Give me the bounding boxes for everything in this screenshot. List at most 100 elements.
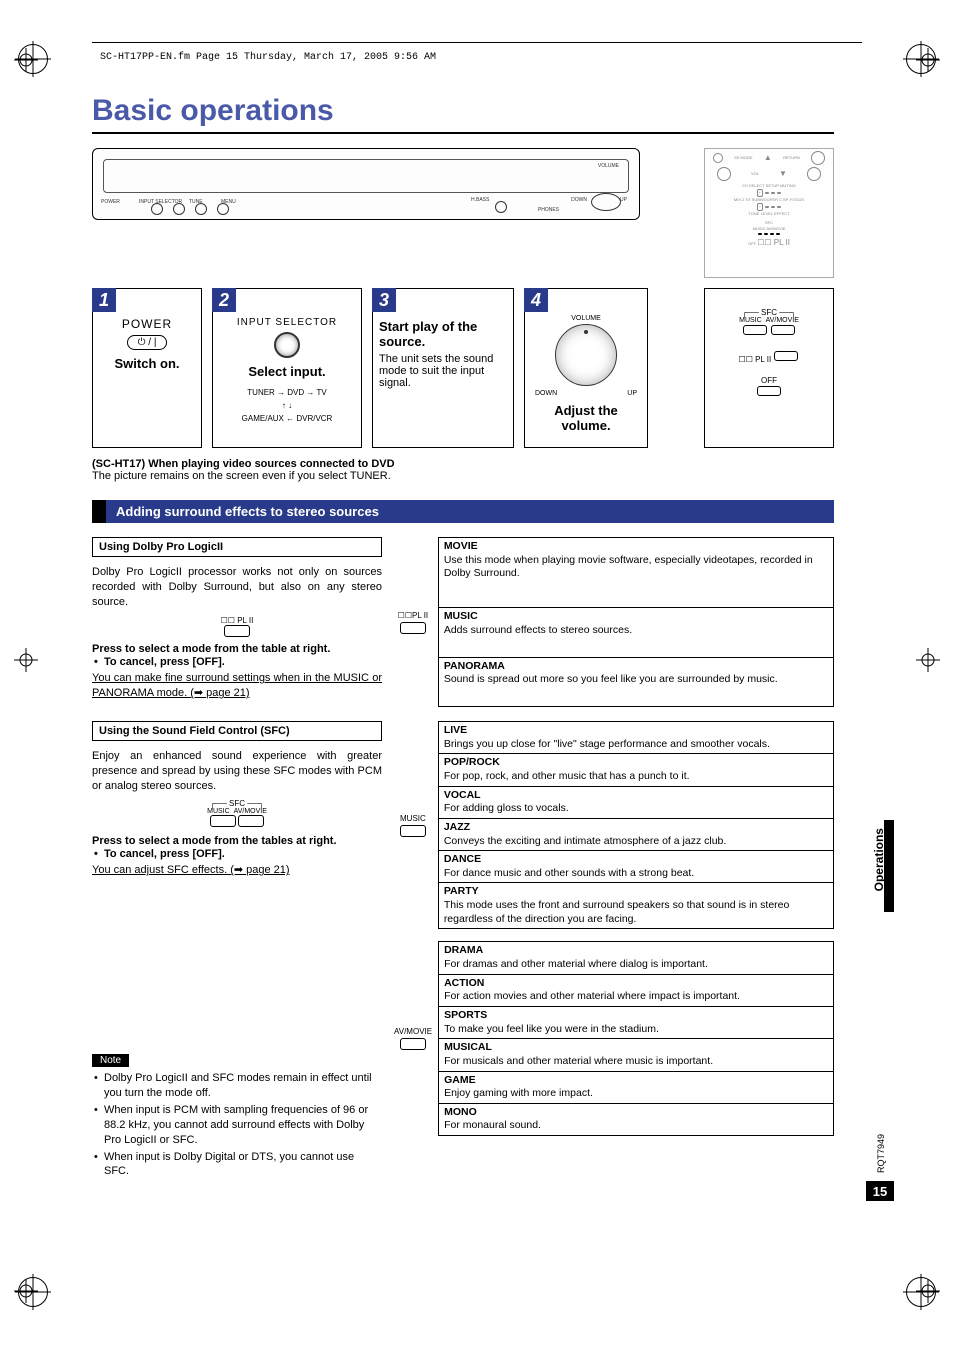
side-tab-label: Operations [872, 828, 886, 891]
dolby-fine-settings: You can make fine surround settings when… [92, 671, 382, 701]
page-title: Basic operations [92, 94, 834, 128]
remote-tone-label: TONE [748, 211, 759, 216]
button-icon [400, 825, 426, 837]
mode-desc: This mode uses the front and surround sp… [444, 899, 828, 926]
sfc-adjust: You can adjust SFC effects. (➡ page 21) [92, 863, 382, 878]
remote-btn-icon [777, 206, 781, 208]
header-rule [92, 42, 862, 43]
crop-mark-icon [916, 1279, 940, 1303]
sfc-music-table: LIVEBrings you up close for "live" stage… [438, 721, 834, 929]
mode-name: SPORTS [444, 1009, 828, 1023]
remote-pl2-button [774, 351, 798, 361]
note-list: Dolby Pro LogicII and SFC modes remain i… [92, 1071, 382, 1179]
mode-desc: Enjoy gaming with more impact. [444, 1087, 828, 1101]
step-number: 4 [524, 288, 548, 312]
table-row: POP/ROCKFor pop, rock, and other music t… [438, 754, 833, 786]
button-icon [400, 622, 426, 634]
table-row: MUSICALFor musicals and other material w… [439, 1039, 834, 1071]
remote-btn-icon [765, 206, 769, 208]
step-action: Start play of the source. [379, 319, 507, 349]
mode-name: MUSICAL [444, 1041, 828, 1055]
mode-desc: For dance music and other sounds with a … [444, 867, 828, 881]
mode-name: PANORAMA [444, 660, 828, 674]
mode-name: MUSIC [444, 610, 828, 624]
knob-icon [151, 203, 163, 215]
mode-cell: JAZZConveys the exciting and intimate at… [438, 818, 833, 850]
step-action: Select input. [219, 364, 355, 379]
sfc-cancel: To cancel, press [OFF]. [92, 847, 382, 862]
device-hbass-label: H.BASS [471, 197, 489, 203]
step-1: 1 POWER ⏻ / | Switch on. [92, 288, 202, 448]
remote-down-icon: ▼ [779, 168, 787, 179]
list-item: Dolby Pro LogicII and SFC modes remain i… [92, 1071, 382, 1101]
sfc-section: Using the Sound Field Control (SFC) Enjo… [92, 721, 834, 1181]
crop-mark-icon [14, 1279, 38, 1303]
title-rule [92, 132, 834, 134]
remote-btn-icon [713, 153, 723, 163]
mode-cell: VOCALFor adding gloss to vocals. [438, 786, 833, 818]
table-row: LIVEBrings you up close for "live" stage… [438, 722, 833, 754]
table-row: PANORAMASound is spread out more so you … [438, 657, 833, 706]
step-top-label: POWER [99, 317, 195, 331]
mode-name: LIVE [444, 724, 828, 738]
sfc-av-table: DRAMAFor dramas and other material where… [438, 941, 834, 1136]
mode-cell: PARTYThis mode uses the front and surrou… [438, 883, 833, 929]
mode-desc: For action movies and other material whe… [444, 990, 828, 1004]
remote-btn-icon [770, 233, 774, 235]
table-row: ACTIONFor action movies and other materi… [439, 974, 834, 1006]
mode-name: JAZZ [444, 821, 828, 835]
mode-name: DRAMA [444, 944, 828, 958]
step-3: 3 Start play of the source. The unit set… [372, 288, 514, 448]
remote-btn-icon [807, 167, 821, 181]
device-front-panel: POWER INPUT SELECTOR TUNE MENU H.BASS VO… [92, 148, 640, 220]
step-2: 2 INPUT SELECTOR Select input. TUNER → D… [212, 288, 362, 448]
remote-up-icon: ▲ [764, 152, 772, 163]
remote-setup-label: SETUP [766, 183, 779, 188]
remote-vol-label: VOL [751, 171, 759, 177]
remote-music-label: MUSIC [753, 226, 766, 231]
remote-btn-icon [811, 151, 825, 165]
remote-subwoofer-label: SUBWOOFER [752, 197, 778, 202]
crop-mark-icon [916, 648, 940, 672]
mode-cell: DRAMAFor dramas and other material where… [439, 942, 834, 974]
dolby-side-icon: ☐☐PL II [394, 537, 432, 707]
volume-knob-icon [591, 193, 621, 211]
mode-name: MOVIE [444, 540, 828, 554]
dolby-heading: Using Dolby Pro LogicII [92, 537, 382, 557]
remote-pl2-group: ☐☐ PL II [709, 350, 829, 364]
document-code: RQT7949 [876, 1134, 886, 1173]
mode-name: PARTY [444, 885, 828, 899]
button-icon [400, 1038, 426, 1050]
mode-name: POP/ROCK [444, 756, 828, 770]
sc-note: (SC-HT17) When playing video sources con… [92, 458, 834, 482]
mode-desc: Adds surround effects to stereo sources. [444, 624, 828, 638]
remote-level-label: LEVEL [761, 211, 773, 216]
step-action: Adjust the volume. [531, 403, 641, 433]
remote-sfc-group: ┌── SFC ──┐ MUSIC AV/MOVIE [709, 309, 829, 338]
mode-desc: For adding gloss to vocals. [444, 802, 828, 816]
table-row: SPORTSTo make you feel like you were in … [439, 1006, 834, 1038]
mode-cell: GAMEEnjoy gaming with more impact. [439, 1071, 834, 1103]
step-number: 3 [372, 288, 396, 312]
mode-cell: MUSICAdds surround effects to stereo sou… [438, 608, 833, 657]
remote-avmovie-button [771, 325, 795, 335]
button-icon [238, 815, 264, 827]
step-top-label: INPUT SELECTOR [219, 317, 355, 328]
mode-desc: Conveys the exciting and intimate atmosp… [444, 835, 828, 849]
mode-desc: For dramas and other material where dial… [444, 958, 828, 972]
mode-name: VOCAL [444, 789, 828, 803]
step-body: The unit sets the sound mode to suit the… [379, 353, 507, 389]
remote-cspfocus-label: C.SP. FOCUS [779, 197, 804, 202]
button-icon [210, 815, 236, 827]
mode-cell: LIVEBrings you up close for "live" stage… [438, 722, 833, 754]
table-row: MOVIEUse this mode when playing movie so… [438, 538, 833, 608]
table-row: MONOFor monaural sound. [439, 1103, 834, 1135]
step-4: 4 VOLUME DOWNUP Adjust the volume. [524, 288, 648, 448]
mode-desc: For pop, rock, and other music that has … [444, 770, 828, 784]
table-row: PARTYThis mode uses the front and surrou… [438, 883, 833, 929]
step-number: 2 [212, 288, 236, 312]
sfc-right: MUSIC LIVEBrings you up close for "live"… [394, 721, 834, 1181]
mode-cell: DANCEFor dance music and other sounds wi… [438, 851, 833, 883]
mode-cell: MONOFor monaural sound. [439, 1103, 834, 1135]
button-icon [224, 625, 250, 637]
